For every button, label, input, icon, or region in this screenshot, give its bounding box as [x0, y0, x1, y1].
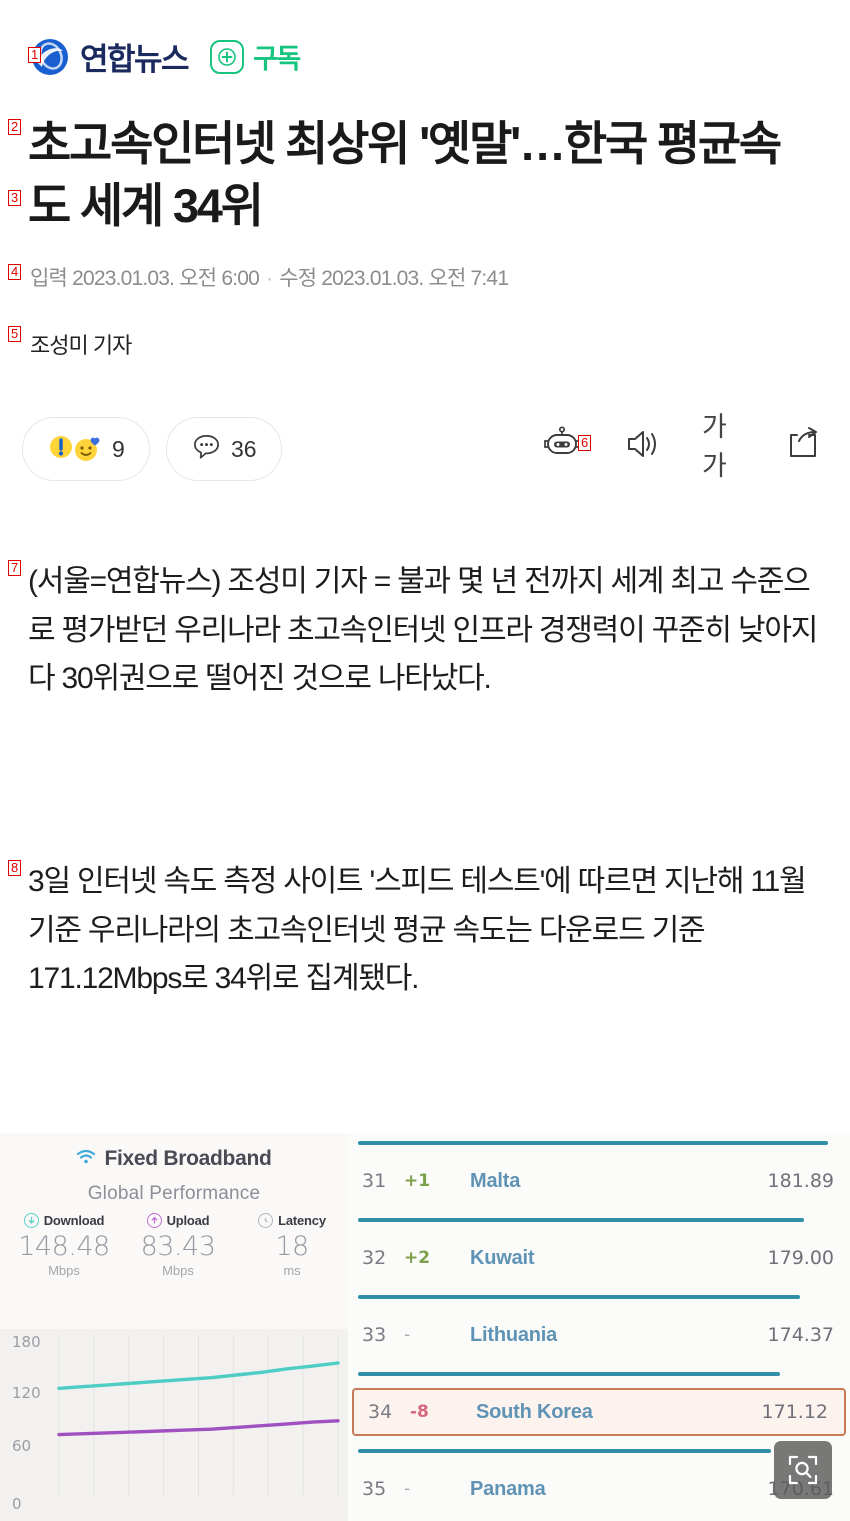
chart-plot-area: [57, 1335, 340, 1495]
article-toolbar: 9 36 가가: [0, 412, 850, 495]
comment-button[interactable]: 36: [166, 417, 282, 481]
reaction-emojis: [47, 433, 103, 465]
stat-download-header: Download: [8, 1213, 120, 1228]
stat-upload-value: 83.43: [140, 1231, 216, 1262]
row-body: 32 +2 Kuwait 179.00: [348, 1234, 850, 1282]
stat-latency-label: Latency: [278, 1213, 326, 1228]
reaction-count: 9: [112, 435, 125, 462]
cell-speed-value: 179.00: [767, 1247, 834, 1269]
stat-download-unit: Mbps: [48, 1263, 80, 1278]
y-tick-60: 60: [12, 1437, 32, 1455]
embedded-chart-image[interactable]: Fixed Broadband Global Performance Downl…: [0, 1133, 850, 1521]
cell-country: Lithuania: [470, 1323, 558, 1346]
latency-clock-icon: [258, 1213, 274, 1228]
cell-rank-change: +1: [404, 1171, 431, 1191]
upload-circle-icon: [146, 1213, 162, 1228]
panel-title-row: Fixed Broadband: [76, 1147, 272, 1171]
smiling-face-emoji: [75, 437, 100, 461]
expand-zoom-icon[interactable]: [774, 1441, 832, 1499]
annotation-badge-3: 3: [8, 190, 22, 206]
cell-rank: 34: [368, 1401, 393, 1423]
cell-country: Panama: [470, 1477, 546, 1500]
published-time: 입력 2023.01.03. 오전 6:00: [30, 267, 260, 290]
article-timestamps: 입력 2023.01.03. 오전 6:00 · 수정 2023.01.03. 오전…: [30, 262, 509, 292]
comment-bubble-icon: [191, 431, 222, 467]
speed-bar: [358, 1372, 781, 1376]
stat-upload-label: Upload: [166, 1213, 210, 1228]
cell-country: Kuwait: [470, 1246, 535, 1269]
speed-bar: [358, 1449, 771, 1453]
speed-bar: [358, 1295, 800, 1299]
meta-separator: ·: [266, 267, 273, 290]
row-body: 31 +1 Malta 181.89: [348, 1157, 850, 1205]
stat-latency-header: Latency: [236, 1213, 348, 1228]
stat-latency: Latency 18 ms: [236, 1213, 348, 1278]
cell-rank-change: -8: [410, 1402, 429, 1422]
reaction-button[interactable]: 9: [22, 417, 150, 481]
stat-latency-value: 18: [275, 1231, 309, 1262]
cell-speed-value: 174.37: [767, 1324, 834, 1346]
cell-country: South Korea: [476, 1400, 593, 1423]
cell-speed-value: 171.12: [761, 1401, 828, 1423]
row-body: 34 -8 South Korea 171.12: [352, 1388, 846, 1436]
speaker-icon[interactable]: [622, 423, 664, 465]
annotation-badge-4: 4: [8, 264, 22, 280]
publisher-name: 연합뉴스: [80, 42, 190, 77]
speed-bar: [358, 1218, 805, 1222]
cell-rank-change: +2: [404, 1248, 431, 1268]
cell-speed-value: 181.89: [767, 1170, 834, 1192]
comment-count: 36: [231, 435, 257, 462]
annotation-badge-1: 1: [28, 47, 42, 63]
publisher-logo-link[interactable]: 연합뉴스: [30, 34, 190, 79]
annotation-badge-8: 8: [8, 860, 22, 876]
annotation-badge-2: 2: [8, 119, 22, 135]
performance-line-chart: 180 120 60 0: [0, 1329, 348, 1521]
annotation-badge-6: 6: [578, 435, 592, 451]
stat-upload: Upload 83.43 Mbps: [122, 1213, 234, 1278]
table-row[interactable]: 32 +2 Kuwait 179.00: [348, 1218, 850, 1295]
cell-rank: 33: [362, 1324, 387, 1346]
download-circle-icon: [23, 1213, 39, 1228]
cell-rank: 35: [362, 1478, 387, 1500]
cell-rank: 31: [362, 1170, 387, 1192]
panel-subtitle: Global Performance: [87, 1183, 261, 1204]
panel-title: Fixed Broadband: [104, 1147, 272, 1170]
article-paragraph-1: (서울=연합뉴스) 조성미 기자 = 불과 몇 년 전까지 세계 최고 수준으로…: [28, 565, 818, 696]
article-paragraph-2: 3일 인터넷 속도 측정 사이트 '스피드 테스트'에 따르면 지난해 11월 …: [28, 865, 807, 996]
speed-stats-row: Download 148.48 Mbps Upload 83.43 Mbps L…: [8, 1213, 348, 1278]
table-row[interactable]: 31 +1 Malta 181.89: [348, 1141, 850, 1218]
stat-download: Download 148.48 Mbps: [8, 1213, 120, 1278]
wifi-icon: [76, 1147, 96, 1171]
stat-upload-unit: Mbps: [162, 1263, 194, 1278]
share-icon[interactable]: [782, 423, 824, 465]
speedtest-summary-panel: Fixed Broadband Global Performance Downl…: [0, 1133, 348, 1521]
cell-country: Malta: [470, 1169, 521, 1192]
table-row[interactable]: 34 -8 South Korea 171.12: [348, 1372, 850, 1449]
article-byline: 조성미 기자: [30, 333, 132, 358]
table-row[interactable]: 33- Lithuania 174.37: [348, 1295, 850, 1372]
article-page: 연합뉴스 구독 초고속인터넷 최상위 '옛말'…한국 평균속도 세계 34위 입…: [0, 0, 850, 1521]
y-tick-120: 120: [12, 1384, 41, 1402]
y-tick-0: 0: [12, 1495, 22, 1513]
cell-rank-change: -: [404, 1325, 411, 1345]
cell-rank: 32: [362, 1247, 387, 1269]
brand-bar: 연합뉴스 구독: [30, 34, 301, 79]
panel-heading: Fixed Broadband Global Performance: [0, 1147, 348, 1205]
subscribe-label: 구독: [253, 44, 301, 74]
subscribe-button[interactable]: 구독: [210, 37, 301, 76]
stat-download-value: 148.48: [18, 1231, 110, 1262]
updated-time: 수정 2023.01.03. 오전 7:41: [279, 267, 509, 290]
font-size-icon[interactable]: 가가: [702, 412, 744, 481]
article-headline: 초고속인터넷 최상위 '옛말'…한국 평균속도 세계 34위: [28, 117, 782, 233]
row-body: 33- Lithuania 174.37: [348, 1311, 850, 1359]
plus-icon: [210, 39, 245, 74]
y-tick-180: 180: [12, 1333, 41, 1351]
stat-download-label: Download: [43, 1213, 105, 1228]
cell-rank-change: -: [404, 1479, 411, 1499]
stat-upload-header: Upload: [122, 1213, 234, 1228]
speed-bar: [358, 1141, 829, 1145]
annotation-badge-7: 7: [8, 560, 22, 576]
annotation-badge-5: 5: [8, 326, 22, 342]
stat-latency-unit: ms: [283, 1263, 301, 1278]
